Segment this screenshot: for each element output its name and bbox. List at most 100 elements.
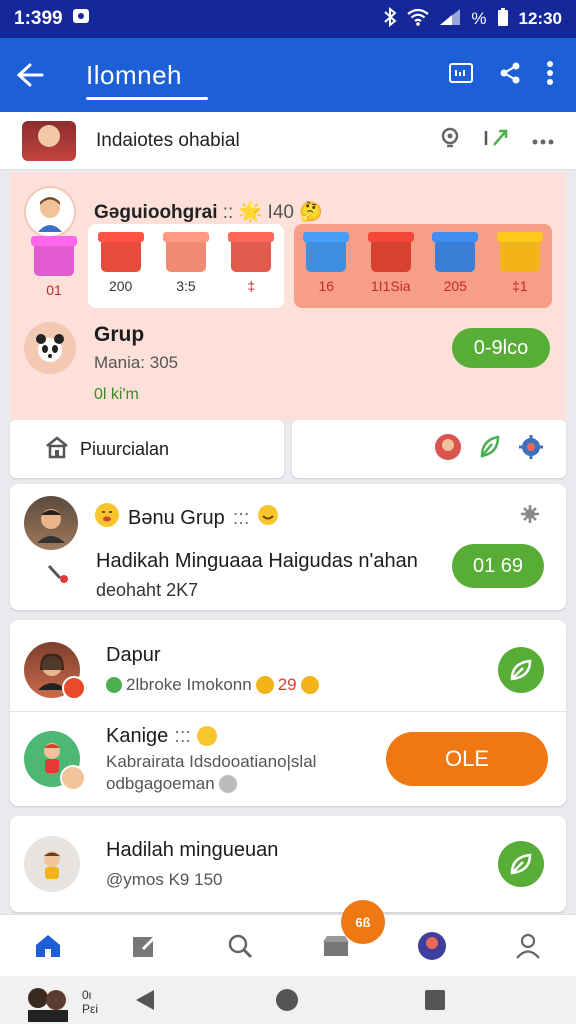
signal-icon [439,8,461,31]
trend-icon[interactable] [484,127,510,154]
group-card-title-extra: ::: [232,506,250,529]
nav-account[interactable] [498,915,558,977]
gift-group-right: 16 1Ι1Sia 205 ‡1 [294,224,552,308]
bottom-card[interactable]: Hadilah mingueuan @ymos K9 150 [10,816,566,912]
leaf-icon[interactable] [478,434,502,465]
share-icon [500,62,520,83]
dapur-action-button[interactable] [498,646,544,693]
user-avatar[interactable] [24,186,76,238]
gear-badge-icon[interactable] [518,434,544,465]
panda-icon [36,334,64,362]
gift-item[interactable]: 3:5 [165,238,206,294]
gift-label: 200 [108,278,133,294]
status-right-time: 12:30 [518,9,562,28]
home-icon [44,435,70,464]
kid-avatar-icon [44,851,60,879]
title-tab[interactable]: Ιlomneh [86,38,208,112]
gift-group-left: 200 3:5 ‡ [88,224,284,308]
list-item[interactable]: Hadilah mingueuan @ymos K9 150 [10,820,566,908]
nav-home-button[interactable] [275,988,299,1017]
nav-search[interactable] [210,915,270,977]
battery-percent: % [471,9,487,28]
place-card[interactable]: Ρiuurcialan [10,420,284,478]
kanige-action-button[interactable]: OLE [386,732,548,786]
group-card-button[interactable]: 01 69 [452,544,544,588]
nav-profile-avatar[interactable] [402,915,462,977]
mini-player[interactable]: 0ι Ρεi [22,982,98,1022]
square-recents-icon [425,990,445,1010]
list-item[interactable]: Kanige ::: Kabrairata Idsdooatiano|slal … [10,716,566,802]
more-horiz-icon[interactable] [532,132,554,150]
wifi-icon [407,8,430,31]
kanige-title-extra: ::: [174,724,191,747]
more-button[interactable] [546,60,554,91]
gift-panel: Gəguioohgrai :: 🌟 I40 🤔 200 3:5 ‡ 01 16 … [10,172,566,420]
gift-label: 205 [443,278,467,294]
kanige-mini-avatar [60,765,86,791]
avatar-icon [418,931,446,960]
store-icon [323,935,349,956]
gift-item[interactable]: ‡1 [499,238,540,294]
coin-icon [255,676,274,694]
notification-icon [71,6,91,32]
group-subtitle: Mania: 305 [94,353,179,372]
gift-heading-extra: :: 🌟 I40 🤔 [222,202,323,223]
gift-label: 3:5 [176,278,196,294]
list-card: Dapur 2lbroke Imokonn 29 Kanige ::: Kabr [10,620,566,806]
gift-item[interactable]: 1Ι1Sia [370,238,411,294]
person-icon [516,933,540,959]
share-button[interactable] [498,61,522,90]
group-card-title: Bənu Grup [128,506,225,529]
nav-badge[interactable]: 6ß [341,900,385,944]
gift-label: 16 [318,278,335,294]
gift-item-first[interactable]: 01 [34,242,74,298]
group-card-avatar[interactable] [24,496,78,550]
people-thumbnail-icon [28,988,68,1022]
status-time: 1:399 [14,8,63,29]
person-avatar-icon [37,509,65,543]
nav-back-button[interactable] [134,988,156,1017]
bottom-card-avatar[interactable] [24,836,80,892]
coin-icon [300,676,319,694]
nav-edit[interactable] [114,915,174,977]
gift-item[interactable]: 205 [435,238,476,294]
boy-avatar-icon [38,197,62,232]
leaf-button-icon [510,853,532,875]
home-icon [36,934,60,957]
list-item[interactable]: Dapur 2lbroke Imokonn 29 [10,628,566,712]
edit-icon [133,935,157,957]
group-card-line1: Hadikah Minguaaa Haigudas n'ahan [96,550,418,572]
wrench-icon [46,562,72,589]
dapur-avatar[interactable] [24,641,86,700]
top-list-item[interactable]: Indaiotes ohabial [0,112,576,170]
kanige-title: Kanige [106,724,169,747]
gift-item[interactable]: ‡ [231,238,272,294]
group-avatar[interactable] [24,322,76,374]
podcast-icon[interactable] [438,126,462,155]
group-card-line2: deohaht 2K7 [96,580,199,600]
gift-item[interactable]: 200 [100,238,141,294]
page-title: Ιlomneh [86,59,182,90]
kanige-subtitle2: odbgagoeman [106,773,215,793]
bottom-card-button[interactable] [498,841,544,887]
group-card[interactable]: Bənu Grup ::: Hadikah Minguaaa Haigudas … [10,484,566,610]
kanige-avatar[interactable] [24,731,86,791]
kanige-subtitle: Kabrairata Idsdooatiano|slal [106,751,317,771]
item-thumbnail [22,120,76,161]
settings-icon[interactable] [520,504,540,529]
cast-button[interactable] [448,62,474,89]
leaf-button-icon [510,659,532,680]
back-button[interactable] [0,38,60,112]
mini-text-1: 0ι [82,988,92,1002]
shortcut-card[interactable] [292,420,566,478]
group-action-button[interactable]: 0-9lco [452,328,550,368]
item-label: Indaiotes ohabial [96,129,240,151]
smile-emoji-icon [257,504,279,532]
profile-mini-icon[interactable] [434,433,462,466]
nav-home[interactable] [18,915,78,977]
gift-label: 01 [46,282,62,298]
gift-item[interactable]: 16 [306,238,347,294]
bottom-card-title: Hadilah mingueuan [106,838,279,861]
nav-recents-button[interactable] [424,989,446,1016]
bluetooth-icon [383,6,397,32]
